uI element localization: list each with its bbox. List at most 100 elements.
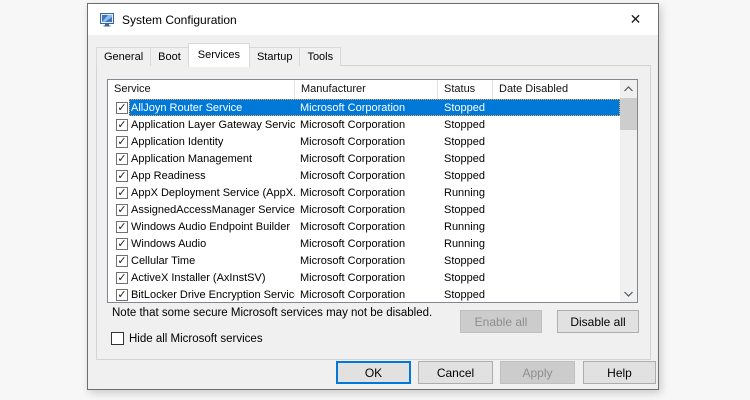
service-checkbox-cell: ✓	[108, 235, 129, 252]
service-row-main: App ReadinessMicrosoft CorporationStoppe…	[129, 167, 620, 184]
scrollbar-thumb[interactable]	[620, 98, 637, 130]
service-manufacturer: Microsoft Corporation	[295, 272, 438, 284]
service-checkbox[interactable]: ✓	[116, 136, 128, 148]
tab-tools[interactable]: Tools	[299, 47, 341, 66]
service-checkbox[interactable]: ✓	[116, 221, 128, 233]
service-row[interactable]: ✓Application IdentityMicrosoft Corporati…	[108, 133, 620, 150]
service-row[interactable]: ✓ActiveX Installer (AxInstSV)Microsoft C…	[108, 269, 620, 286]
cancel-button[interactable]: Cancel	[418, 361, 493, 384]
service-status: Stopped	[438, 136, 493, 148]
service-row[interactable]: ✓Windows Audio Endpoint BuilderMicrosoft…	[108, 218, 620, 235]
vertical-scrollbar[interactable]	[620, 80, 637, 302]
column-header-status[interactable]: Status	[438, 80, 493, 99]
service-checkbox[interactable]: ✓	[116, 153, 128, 165]
service-checkbox-cell: ✓	[108, 99, 129, 116]
ok-button[interactable]: OK	[336, 361, 411, 384]
service-status: Stopped	[438, 204, 493, 216]
service-row[interactable]: ✓AssignedAccessManager ServiceMicrosoft …	[108, 201, 620, 218]
service-manufacturer: Microsoft Corporation	[295, 187, 438, 199]
service-checkbox[interactable]: ✓	[116, 119, 128, 131]
tab-startup[interactable]: Startup	[249, 47, 300, 66]
service-checkbox[interactable]: ✓	[116, 255, 128, 267]
service-status: Stopped	[438, 119, 493, 131]
service-checkbox-cell: ✓	[108, 116, 129, 133]
services-list[interactable]: ServiceManufacturerStatusDate Disabled ✓…	[107, 79, 638, 303]
service-name: Application Management	[129, 153, 295, 165]
service-row[interactable]: ✓Application ManagementMicrosoft Corpora…	[108, 150, 620, 167]
service-checkbox[interactable]: ✓	[116, 170, 128, 182]
service-manufacturer: Microsoft Corporation	[295, 221, 438, 233]
help-button[interactable]: Help	[583, 361, 656, 384]
close-button[interactable]: ✕	[613, 4, 658, 34]
service-manufacturer: Microsoft Corporation	[295, 170, 438, 182]
service-name: Cellular Time	[129, 255, 295, 267]
secure-services-note: Note that some secure Microsoft services…	[112, 307, 432, 319]
service-row-main: Application Layer Gateway ServiceMicroso…	[129, 116, 620, 133]
service-checkbox[interactable]: ✓	[116, 272, 128, 284]
service-row-main: BitLocker Drive Encryption ServiceMicros…	[129, 286, 620, 302]
tab-boot[interactable]: Boot	[150, 47, 189, 66]
service-row[interactable]: ✓BitLocker Drive Encryption ServiceMicro…	[108, 286, 620, 302]
service-manufacturer: Microsoft Corporation	[295, 204, 438, 216]
service-row[interactable]: ✓AllJoyn Router ServiceMicrosoft Corpora…	[108, 99, 620, 116]
tab-general[interactable]: General	[96, 47, 151, 66]
service-checkbox-cell: ✓	[108, 184, 129, 201]
list-rows: ✓AllJoyn Router ServiceMicrosoft Corpora…	[108, 99, 620, 302]
column-header-date-disabled[interactable]: Date Disabled	[493, 80, 620, 99]
service-name: BitLocker Drive Encryption Service	[129, 289, 295, 301]
tab-bar: GeneralBootServicesStartupTools	[96, 43, 340, 66]
service-row[interactable]: ✓AppX Deployment Service (AppX...Microso…	[108, 184, 620, 201]
service-checkbox[interactable]: ✓	[116, 289, 128, 301]
service-row-main: Application ManagementMicrosoft Corporat…	[129, 150, 620, 167]
service-name: ActiveX Installer (AxInstSV)	[129, 272, 295, 284]
service-name: AppX Deployment Service (AppX...	[129, 187, 295, 199]
service-row[interactable]: ✓Application Layer Gateway ServiceMicros…	[108, 116, 620, 133]
service-row[interactable]: ✓Windows AudioMicrosoft CorporationRunni…	[108, 235, 620, 252]
service-manufacturer: Microsoft Corporation	[295, 153, 438, 165]
system-configuration-window: System Configuration ✕ GeneralBootServic…	[87, 3, 659, 390]
window-title: System Configuration	[122, 13, 237, 27]
service-checkbox-cell: ✓	[108, 269, 129, 286]
hide-microsoft-services-checkbox[interactable]: Hide all Microsoft services	[111, 332, 263, 345]
checkbox-box[interactable]	[111, 332, 124, 345]
scroll-down-icon[interactable]	[620, 285, 637, 302]
service-name: App Readiness	[129, 170, 295, 182]
apply-button[interactable]: Apply	[500, 361, 575, 384]
service-row-main: Cellular TimeMicrosoft CorporationStoppe…	[129, 252, 620, 269]
service-status: Stopped	[438, 102, 493, 114]
column-header-manufacturer[interactable]: Manufacturer	[295, 80, 438, 99]
service-manufacturer: Microsoft Corporation	[295, 119, 438, 131]
service-row[interactable]: ✓Cellular TimeMicrosoft CorporationStopp…	[108, 252, 620, 269]
service-checkbox-cell: ✓	[108, 286, 129, 302]
msconfig-app-icon	[100, 13, 114, 27]
services-tab-panel: ServiceManufacturerStatusDate Disabled ✓…	[96, 65, 651, 360]
service-manufacturer: Microsoft Corporation	[295, 136, 438, 148]
scroll-up-icon[interactable]	[620, 80, 637, 97]
service-manufacturer: Microsoft Corporation	[295, 289, 438, 301]
service-name: AssignedAccessManager Service	[129, 204, 295, 216]
service-checkbox-cell: ✓	[108, 133, 129, 150]
service-row-main: AllJoyn Router ServiceMicrosoft Corporat…	[129, 99, 620, 116]
service-row-main: Windows AudioMicrosoft CorporationRunnin…	[129, 235, 620, 252]
service-row-main: Windows Audio Endpoint BuilderMicrosoft …	[129, 218, 620, 235]
disable-all-button[interactable]: Disable all	[557, 310, 639, 333]
service-row[interactable]: ✓App ReadinessMicrosoft CorporationStopp…	[108, 167, 620, 184]
service-checkbox[interactable]: ✓	[116, 238, 128, 250]
service-name: Windows Audio	[129, 238, 295, 250]
service-row-main: AssignedAccessManager ServiceMicrosoft C…	[129, 201, 620, 218]
service-checkbox-cell: ✓	[108, 150, 129, 167]
service-row-main: ActiveX Installer (AxInstSV)Microsoft Co…	[129, 269, 620, 286]
service-status: Running	[438, 187, 493, 199]
enable-all-button[interactable]: Enable all	[460, 310, 542, 333]
tab-services[interactable]: Services	[188, 43, 250, 67]
column-header-service[interactable]: Service	[108, 80, 295, 99]
service-checkbox-cell: ✓	[108, 167, 129, 184]
service-checkbox[interactable]: ✓	[116, 204, 128, 216]
service-manufacturer: Microsoft Corporation	[295, 238, 438, 250]
service-row-main: Application IdentityMicrosoft Corporatio…	[129, 133, 620, 150]
service-name: AllJoyn Router Service	[129, 102, 295, 114]
service-checkbox[interactable]: ✓	[116, 102, 128, 114]
titlebar[interactable]: System Configuration ✕	[88, 4, 658, 35]
service-name: Application Identity	[129, 136, 295, 148]
service-checkbox[interactable]: ✓	[116, 187, 128, 199]
